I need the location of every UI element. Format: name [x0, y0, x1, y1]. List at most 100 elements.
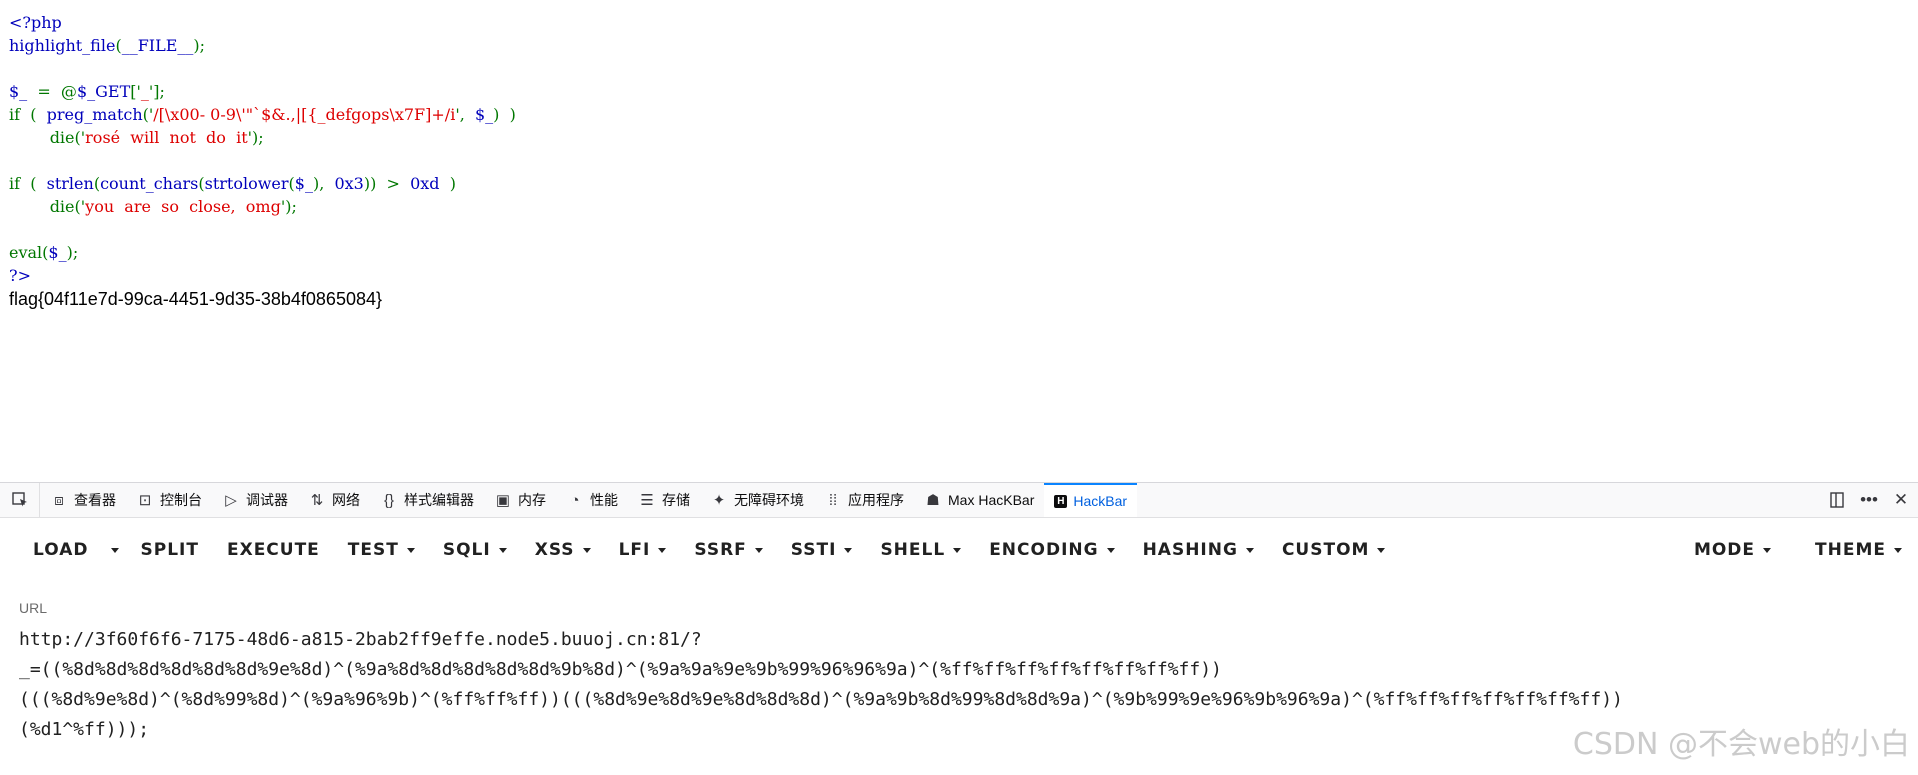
- chevron-down-icon: [1106, 547, 1115, 553]
- code-token: ');: [247, 128, 264, 147]
- console-icon: ⊡: [138, 492, 152, 509]
- tab-label: 控制台: [160, 492, 202, 508]
- chevron-down-icon: [844, 547, 853, 553]
- tab-max-hackbar[interactable]: ☗ Max HacKBar: [914, 483, 1044, 517]
- code-token: (: [25, 105, 42, 124]
- debugger-icon: ▷: [225, 492, 237, 509]
- hackbar-icon: H: [1054, 494, 1068, 508]
- chevron-down-icon: [953, 547, 962, 553]
- mode-label: MODE: [1693, 540, 1756, 560]
- code-token: preg_match: [41, 105, 143, 124]
- code-token: ),: [312, 174, 330, 193]
- browser-window: <?php highlight_file(__FILE__); $_ = @$_G…: [0, 0, 1918, 775]
- code-token: highlight_file: [9, 36, 116, 55]
- chevron-down-icon: [406, 547, 415, 553]
- code-line: eval($_);: [9, 241, 516, 264]
- code-token: )): [363, 174, 387, 193]
- more-options-icon[interactable]: •••: [1860, 490, 1878, 509]
- load-options-button[interactable]: [110, 547, 119, 553]
- mode-button[interactable]: MODE: [1693, 540, 1772, 560]
- tab-application[interactable]: ⁞⁞ 应用程序: [814, 483, 914, 517]
- tab-label: 网络: [332, 492, 360, 508]
- chevron-down-icon: [658, 547, 667, 553]
- style-editor-icon: {}: [383, 491, 395, 509]
- sqli-button[interactable]: SQLI: [443, 540, 507, 560]
- code-token: (: [25, 174, 42, 193]
- encoding-label: ENCODING: [989, 540, 1099, 560]
- flag-output: flag{04f11e7d-99ca-4451-9d35-38b4f086508…: [9, 289, 382, 309]
- code-token: ): [493, 105, 505, 124]
- code-token: eval: [9, 243, 43, 262]
- element-picker-button[interactable]: [0, 483, 40, 517]
- chevron-down-icon: [1894, 547, 1902, 553]
- lfi-label: LFI: [618, 540, 651, 560]
- encoding-button[interactable]: ENCODING: [989, 540, 1115, 560]
- split-button[interactable]: SPLIT: [141, 540, 199, 560]
- ssrf-button[interactable]: SSRF: [694, 540, 763, 560]
- hashing-button[interactable]: HASHING: [1143, 540, 1254, 560]
- devtools-window-controls: ••• ✕: [1828, 490, 1918, 509]
- close-icon[interactable]: ✕: [1892, 490, 1910, 509]
- code-line: if ( preg_match('/[\x00- 0-9\'"`$&.,|[{_…: [9, 103, 516, 126]
- inspector-icon: ⧈: [54, 491, 64, 509]
- load-button[interactable]: LOAD: [33, 540, 89, 560]
- code-line: highlight_file(__FILE__);: [9, 34, 516, 57]
- code-token: die: [9, 197, 75, 216]
- tab-label: 内存: [518, 492, 546, 508]
- url-line: http://3f60f6f6-7175-48d6-a815-2bab2ff9e…: [19, 629, 702, 650]
- tab-performance[interactable]: ◔ 性能: [556, 483, 628, 517]
- execute-button[interactable]: EXECUTE: [227, 540, 320, 560]
- hackbar-menu: LOAD SPLIT EXECUTE TEST SQLI XSS LFI SSRF SSTI SH…: [0, 518, 1918, 582]
- code-token: ): [439, 174, 456, 193]
- tab-accessibility[interactable]: ✦ 无障碍环境: [700, 483, 814, 517]
- dock-side-icon[interactable]: [1828, 491, 1846, 509]
- ssti-label: SSTI: [790, 540, 837, 560]
- devtools-toolbar: ⧈ 查看器 ⊡ 控制台 ▷ 调试器 ⇅ 网络 {} 样式编辑器 ▣ 内存 ◔ 性能 ☰ 存储 ✦ 无障碍环境 ⁞⁞ 应…: [0, 482, 1918, 518]
- code-token: =: [32, 82, 56, 101]
- lfi-button[interactable]: LFI: [619, 540, 667, 560]
- code-line: ?>: [9, 264, 516, 287]
- code-token: 0xd: [410, 174, 440, 193]
- element-picker-icon: [11, 491, 29, 509]
- code-token: if: [9, 105, 26, 124]
- hackbar-menu-right: MODE THEME: [1650, 540, 1918, 560]
- code-token: );: [193, 36, 206, 55]
- code-token: strlen: [41, 174, 94, 193]
- code-token: <?php: [9, 13, 62, 32]
- tab-hackbar[interactable]: H HackBar: [1044, 483, 1138, 517]
- custom-button[interactable]: CUSTOM: [1282, 540, 1386, 560]
- tab-network[interactable]: ⇅ 网络: [298, 483, 370, 517]
- tab-console[interactable]: ⊡ 控制台: [126, 483, 212, 517]
- custom-label: CUSTOM: [1281, 540, 1370, 560]
- shell-button[interactable]: SHELL: [880, 540, 962, 560]
- sqli-label: SQLI: [442, 540, 491, 560]
- chevron-down-icon: [582, 547, 591, 553]
- code-token: 0x3: [329, 174, 364, 193]
- devtools-tabs: ⧈ 查看器 ⊡ 控制台 ▷ 调试器 ⇅ 网络 {} 样式编辑器 ▣ 内存 ◔ 性能 ☰ 存储 ✦ 无障碍环境 ⁞⁞ 应…: [40, 483, 1138, 517]
- split-label: SPLIT: [140, 540, 199, 560]
- tab-style-editor[interactable]: {} 样式编辑器: [370, 483, 484, 517]
- tab-label: 性能: [590, 492, 618, 508]
- hackbar-menu-left: LOAD SPLIT EXECUTE TEST SQLI XSS LFI SSRF SSTI SH…: [33, 540, 1413, 560]
- test-button[interactable]: TEST: [348, 540, 415, 560]
- xss-button[interactable]: XSS: [535, 540, 591, 560]
- tab-debugger[interactable]: ▷ 调试器: [212, 483, 298, 517]
- tab-memory[interactable]: ▣ 内存: [484, 483, 556, 517]
- tab-label: 存储: [662, 492, 690, 508]
- theme-button[interactable]: THEME: [1815, 540, 1902, 560]
- code-token: ): [504, 105, 516, 124]
- php-source-code: <?php highlight_file(__FILE__); $_ = @$_G…: [9, 11, 516, 287]
- tab-inspector[interactable]: ⧈ 查看器: [40, 483, 126, 517]
- load-label: LOAD: [33, 540, 89, 560]
- tab-storage[interactable]: ☰ 存储: [628, 483, 700, 517]
- code-token: (': [74, 128, 86, 147]
- code-line: <?php: [9, 11, 516, 34]
- ssti-button[interactable]: SSTI: [791, 540, 853, 560]
- code-token: $_GET: [76, 82, 131, 101]
- test-label: TEST: [347, 540, 399, 560]
- chevron-down-icon: [754, 547, 763, 553]
- ssrf-label: SSRF: [694, 540, 747, 560]
